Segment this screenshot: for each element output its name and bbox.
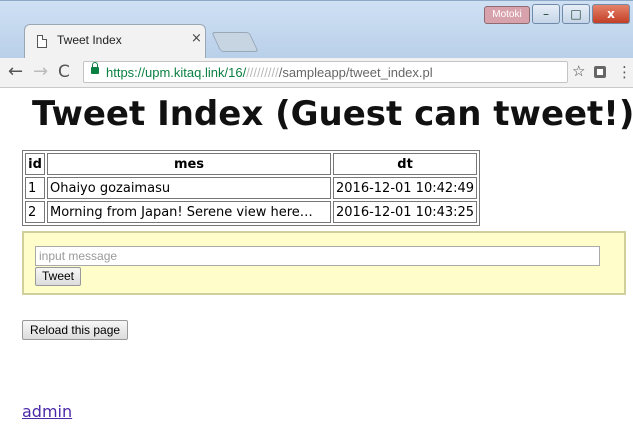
column-header-mes: mes bbox=[47, 153, 331, 175]
tweet-button[interactable]: Tweet bbox=[35, 267, 82, 286]
new-tab-button[interactable] bbox=[211, 32, 259, 52]
reload-page-button[interactable]: Reload this page bbox=[22, 320, 129, 340]
window-titlebar: Tweet Index × Motoki – □ x bbox=[0, 0, 633, 59]
back-arrow-icon[interactable]: ← bbox=[8, 61, 23, 82]
admin-link[interactable]: admin bbox=[22, 402, 72, 421]
table-row: 1 Ohaiyo gozaimasu 2016-12-01 10:42:49 bbox=[25, 177, 478, 199]
page-title: Tweet Index (Guest can tweet!) bbox=[32, 94, 633, 134]
tab-tweet-index[interactable]: Tweet Index × bbox=[24, 24, 206, 59]
tweet-form: Tweet bbox=[22, 231, 626, 295]
extension-icon[interactable] bbox=[594, 66, 606, 78]
column-header-id: id bbox=[25, 153, 45, 175]
column-header-dt: dt bbox=[333, 153, 478, 175]
tweets-table: id mes dt 1 Ohaiyo gozaimasu 2016-12-01 … bbox=[22, 150, 481, 226]
menu-icon[interactable]: ⋮ bbox=[617, 63, 632, 81]
url-redacted: ///////// bbox=[246, 65, 279, 80]
url-text[interactable]: https://upm.kitaq.link/16///////////samp… bbox=[106, 65, 433, 80]
page-content: Tweet Index (Guest can tweet!) id mes dt… bbox=[0, 88, 633, 437]
page-icon bbox=[37, 35, 47, 48]
address-bar[interactable]: https://upm.kitaq.link/16///////////samp… bbox=[83, 61, 568, 83]
browser-toolbar: ← → C https://upm.kitaq.link/16/////////… bbox=[0, 58, 633, 88]
minimize-button[interactable]: – bbox=[532, 4, 560, 24]
profile-badge[interactable]: Motoki bbox=[484, 6, 530, 24]
close-window-button[interactable]: x bbox=[592, 4, 630, 24]
url-path: /sampleapp/tweet_index.pl bbox=[278, 65, 433, 80]
tab-title: Tweet Index bbox=[57, 33, 122, 47]
message-input[interactable] bbox=[35, 246, 600, 266]
url-origin: https://upm.kitaq.link/16/ bbox=[106, 65, 247, 80]
bookmark-star-icon[interactable]: ☆ bbox=[572, 62, 585, 80]
cell-mes: Ohaiyo gozaimasu bbox=[47, 177, 331, 199]
reload-icon[interactable]: C bbox=[58, 62, 70, 82]
cell-id: 1 bbox=[25, 177, 45, 199]
cell-id: 2 bbox=[25, 201, 45, 223]
table-row: 2 Morning from Japan! Serene view here… … bbox=[25, 201, 478, 223]
cell-mes: Morning from Japan! Serene view here… bbox=[47, 201, 331, 223]
forward-arrow-icon[interactable]: → bbox=[33, 61, 48, 82]
cell-dt: 2016-12-01 10:43:25 bbox=[333, 201, 478, 223]
cell-dt: 2016-12-01 10:42:49 bbox=[333, 177, 478, 199]
table-header-row: id mes dt bbox=[25, 153, 478, 175]
maximize-button[interactable]: □ bbox=[562, 4, 590, 24]
tab-close-icon[interactable]: × bbox=[191, 31, 202, 46]
lock-icon bbox=[91, 62, 99, 74]
